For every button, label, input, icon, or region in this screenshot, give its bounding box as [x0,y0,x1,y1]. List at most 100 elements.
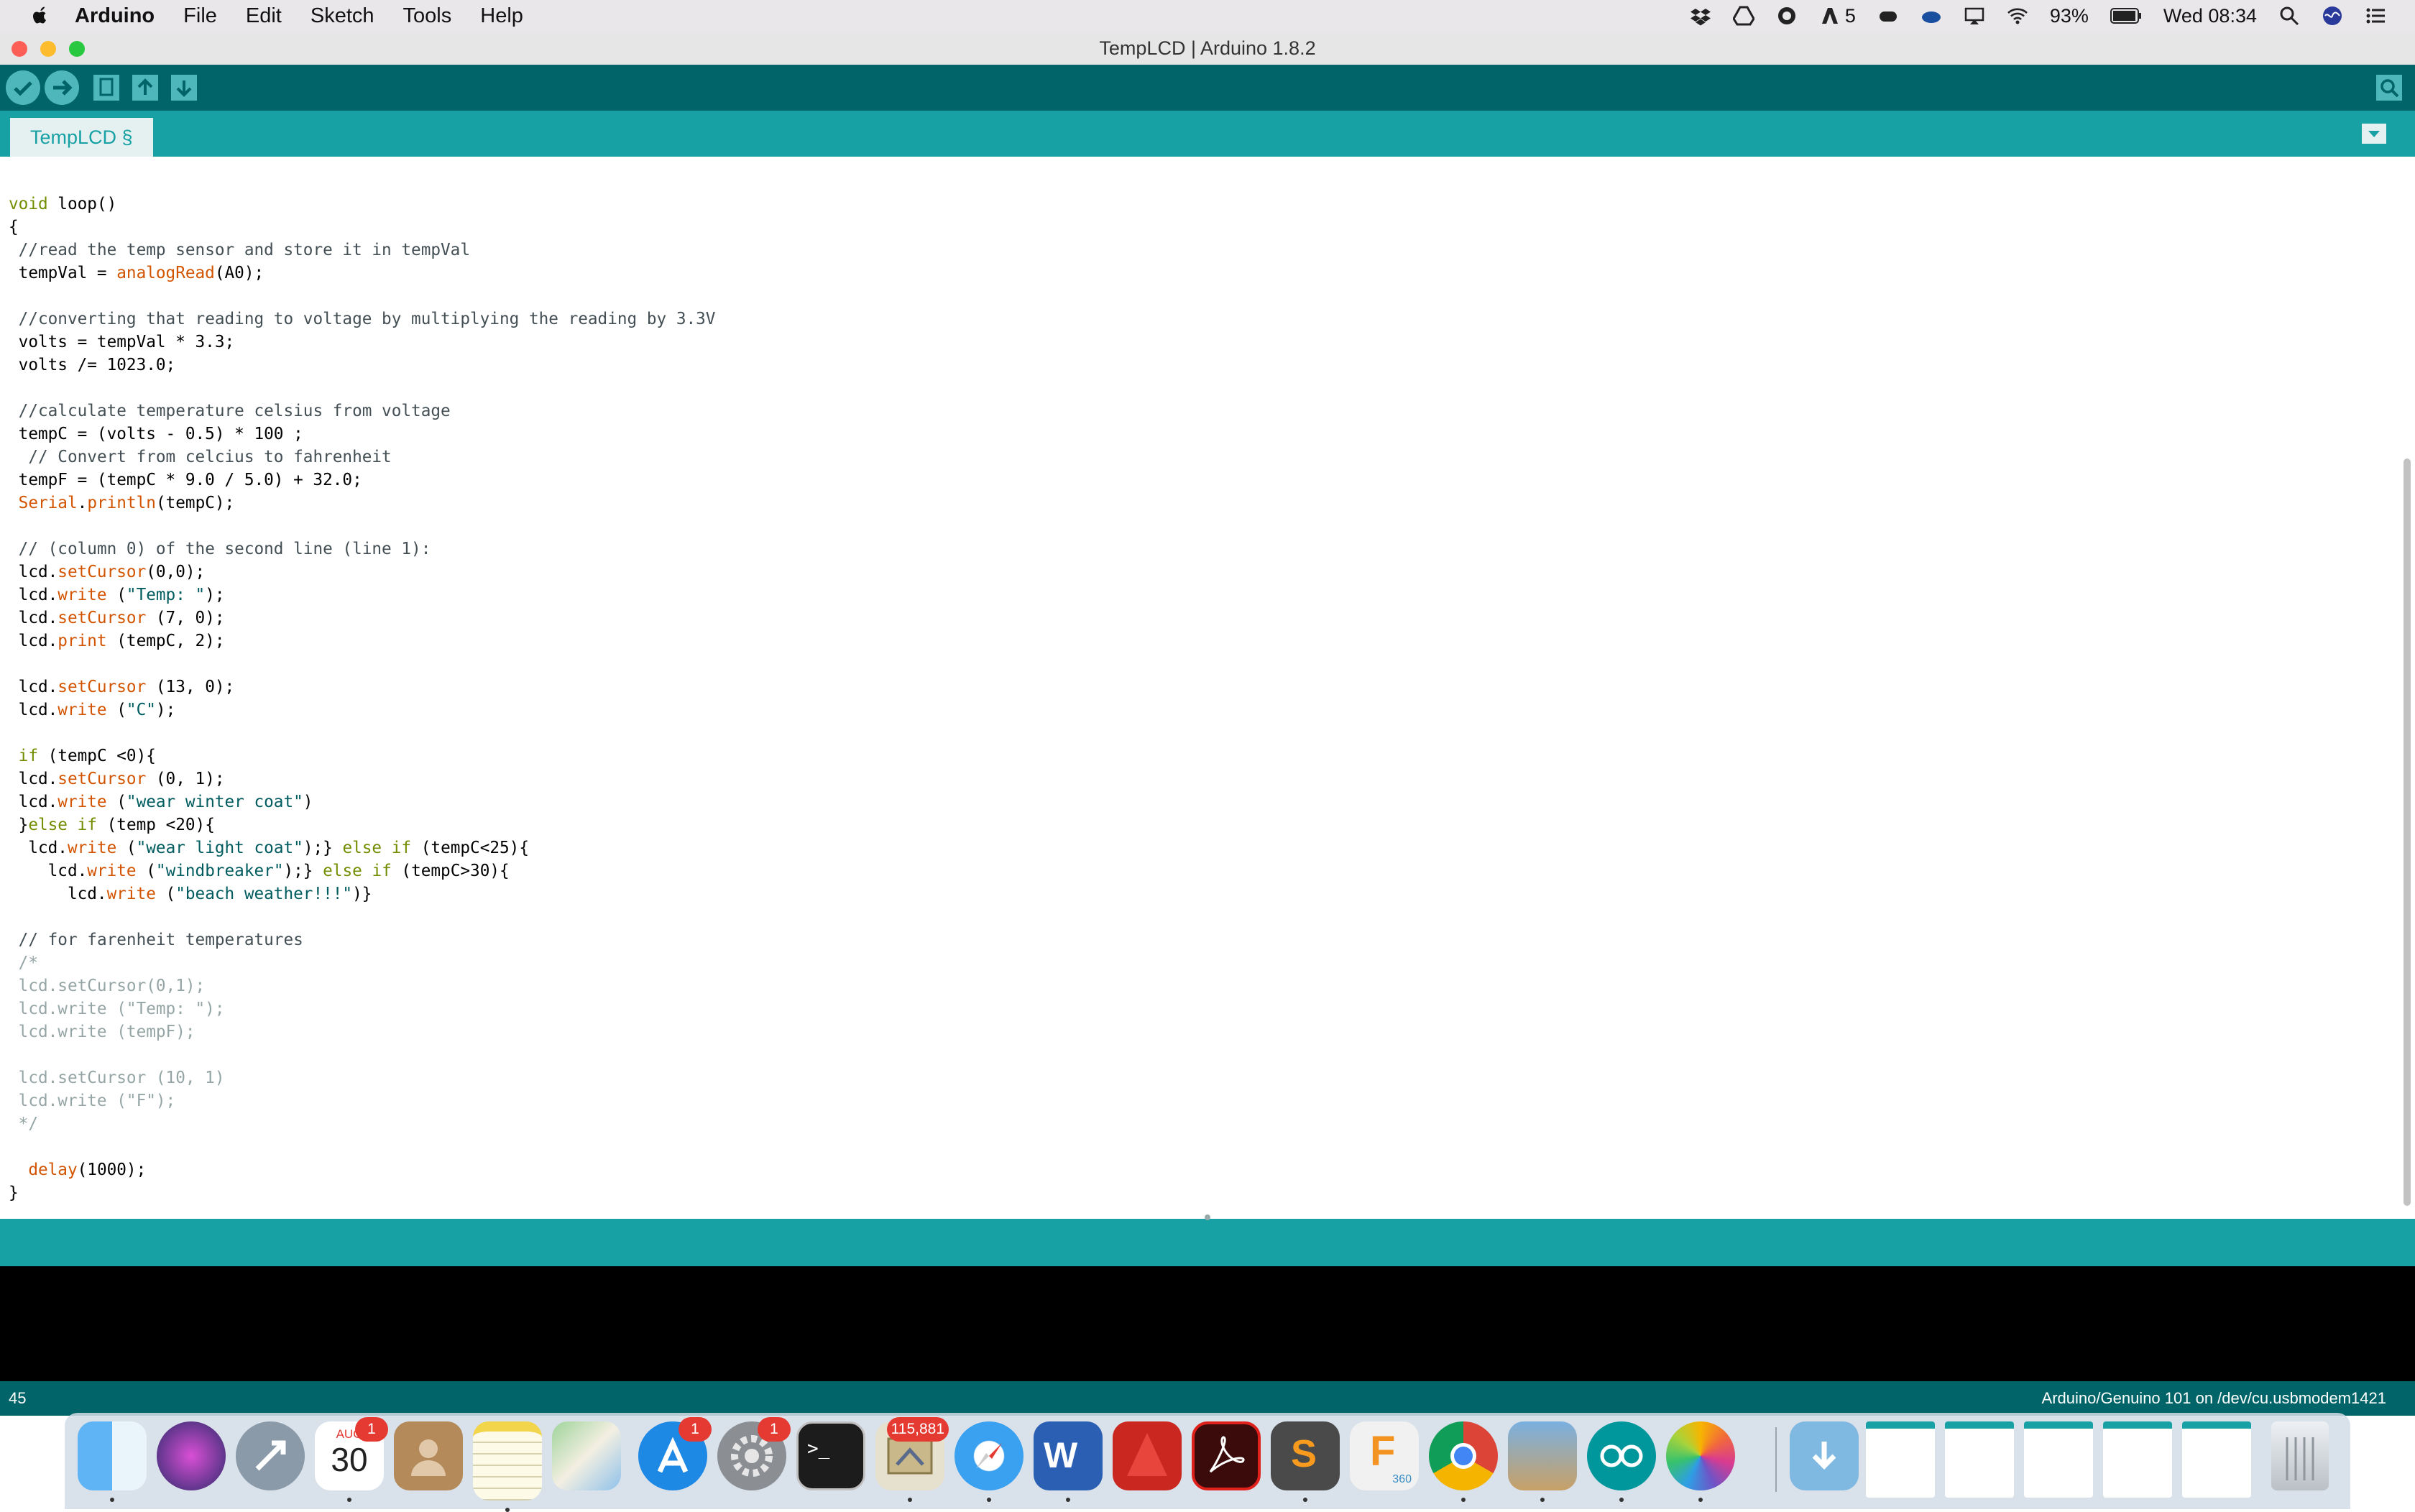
acrobat-dock-icon[interactable] [1192,1421,1261,1490]
mail-badge: 115,881 [886,1417,949,1442]
rocket-icon [255,1440,286,1471]
cloud-icon[interactable] [1920,5,1942,27]
editor-scrollbar[interactable] [2404,458,2411,1206]
menu-edit[interactable]: Edit [246,4,282,28]
tab-menu-button[interactable] [2362,124,2386,144]
minimized-window-1[interactable] [1866,1421,1935,1498]
tab-templcd[interactable]: TempLCD § [10,118,153,157]
launchpad-dock-icon[interactable] [236,1421,305,1490]
verify-button[interactable] [6,70,40,105]
system-preferences-badge: 1 [758,1417,791,1442]
status-menus: 5 93% Wed 08:34 [1690,0,2386,32]
trash-icon [2286,1437,2314,1480]
google-drive-icon[interactable] [1732,5,1754,27]
menu-file[interactable]: File [183,4,217,28]
notes-dock-icon[interactable] [473,1421,542,1512]
finder-dock-icon[interactable] [78,1421,147,1502]
running-indicator [987,1498,991,1502]
contacts-dock-icon[interactable] [394,1421,463,1490]
running-indicator [1461,1498,1466,1502]
wifi-icon[interactable] [2007,5,2028,27]
save-sketch-button[interactable] [168,72,200,103]
code-editor[interactable]: void loop() { //read the temp sensor and… [0,157,2415,1219]
running-indicator [110,1498,114,1502]
autocad-a-icon [1127,1433,1167,1476]
system-preferences-dock-icon[interactable]: 1 [717,1417,791,1490]
minimized-window-3[interactable] [2024,1421,2093,1498]
spotlight-search-icon[interactable] [2278,5,2300,27]
minimized-window-5[interactable] [2182,1421,2251,1498]
minimized-window-2[interactable] [1945,1421,2014,1498]
minimize-window-button[interactable] [40,41,56,57]
line-number: 45 [9,1389,27,1407]
arduino-dock-icon[interactable] [1587,1421,1656,1502]
console-output[interactable] [0,1266,2415,1381]
word-w-icon: W [1044,1435,1078,1475]
record-icon[interactable] [1776,5,1798,27]
code-text[interactable]: void loop() { //read the temp sensor and… [9,193,715,1204]
serial-monitor-button[interactable] [2373,72,2405,103]
open-sketch-button[interactable] [129,72,161,103]
terminal-dock-icon[interactable]: >_ [796,1421,865,1490]
splitter-handle[interactable] [1205,1214,1210,1220]
chrome-dock-icon[interactable] [1429,1421,1498,1502]
safari-dock-icon[interactable] [954,1421,1024,1502]
window-titlebar: TempLCD | Arduino 1.8.2 [0,32,2415,65]
menubar-clock[interactable]: Wed 08:34 [2163,5,2257,27]
dropbox-icon[interactable] [1690,5,1711,27]
running-indicator [1303,1498,1307,1502]
photos-dock-icon[interactable] [1666,1421,1735,1502]
game-controller-icon[interactable] [1877,5,1899,27]
running-indicator [505,1508,510,1512]
chevron-down-icon [2368,131,2380,137]
adobe-cc-status[interactable]: 5 [1819,5,1856,27]
autocad-dock-icon[interactable] [1113,1421,1182,1490]
chrome-center-icon [1450,1443,1476,1469]
airplay-icon[interactable] [1964,5,1985,27]
app-store-badge: 1 [678,1417,712,1442]
dock: AUG 30 1 1 1 >_ 115,881 W S F 360 [65,1413,2350,1512]
siri-dock-icon[interactable] [157,1421,226,1490]
person-icon [411,1439,446,1476]
preview-dock-icon[interactable] [1508,1421,1577,1502]
running-indicator [1619,1498,1624,1502]
fusion-f-icon: F [1370,1428,1396,1475]
new-file-icon [93,75,119,101]
message-area [0,1214,2415,1266]
calendar-day: 30 [331,1441,368,1478]
calendar-badge: 1 [355,1417,388,1442]
battery-percent[interactable]: 93% [2050,5,2089,27]
fusion360-dock-icon[interactable]: F 360 [1350,1421,1419,1490]
terminal-prompt: >_ [807,1438,830,1460]
zoom-window-button[interactable] [69,41,85,57]
word-dock-icon[interactable]: W [1034,1421,1103,1502]
close-window-button[interactable] [12,41,27,57]
running-indicator [908,1498,912,1502]
calendar-dock-icon[interactable]: AUG 30 1 [315,1417,388,1502]
app-store-dock-icon[interactable]: 1 [638,1417,712,1490]
siri-icon[interactable] [2322,5,2343,27]
apple-icon[interactable] [29,5,50,27]
upload-button[interactable] [45,70,79,105]
new-sketch-button[interactable] [91,72,122,103]
menu-arduino[interactable]: Arduino [75,4,155,28]
menu-tools[interactable]: Tools [403,4,452,28]
menu-sketch[interactable]: Sketch [310,4,374,28]
sketch-tab-bar: TempLCD § [0,111,2415,157]
downloads-stack-icon[interactable] [1790,1421,1859,1490]
checkmark-icon [14,81,32,96]
menu-bar: Arduino File Edit Sketch Tools Help 5 93… [0,0,2415,32]
battery-icon[interactable] [2110,7,2142,24]
adobe-cc-count: 5 [1844,4,1856,27]
download-arrow-icon [1812,1442,1836,1470]
sublime-text-dock-icon[interactable]: S [1271,1421,1340,1502]
notification-center-icon[interactable] [2365,5,2386,27]
trash-dock-icon[interactable] [2271,1421,2329,1490]
minimized-window-4[interactable] [2103,1421,2172,1498]
window-title: TempLCD | Arduino 1.8.2 [1099,37,1316,59]
mail-dock-icon[interactable]: 115,881 [875,1417,949,1502]
menu-help[interactable]: Help [480,4,523,28]
sublime-s-icon: S [1291,1432,1317,1475]
arrow-down-icon [171,75,197,101]
maps-dock-icon[interactable] [552,1421,621,1490]
